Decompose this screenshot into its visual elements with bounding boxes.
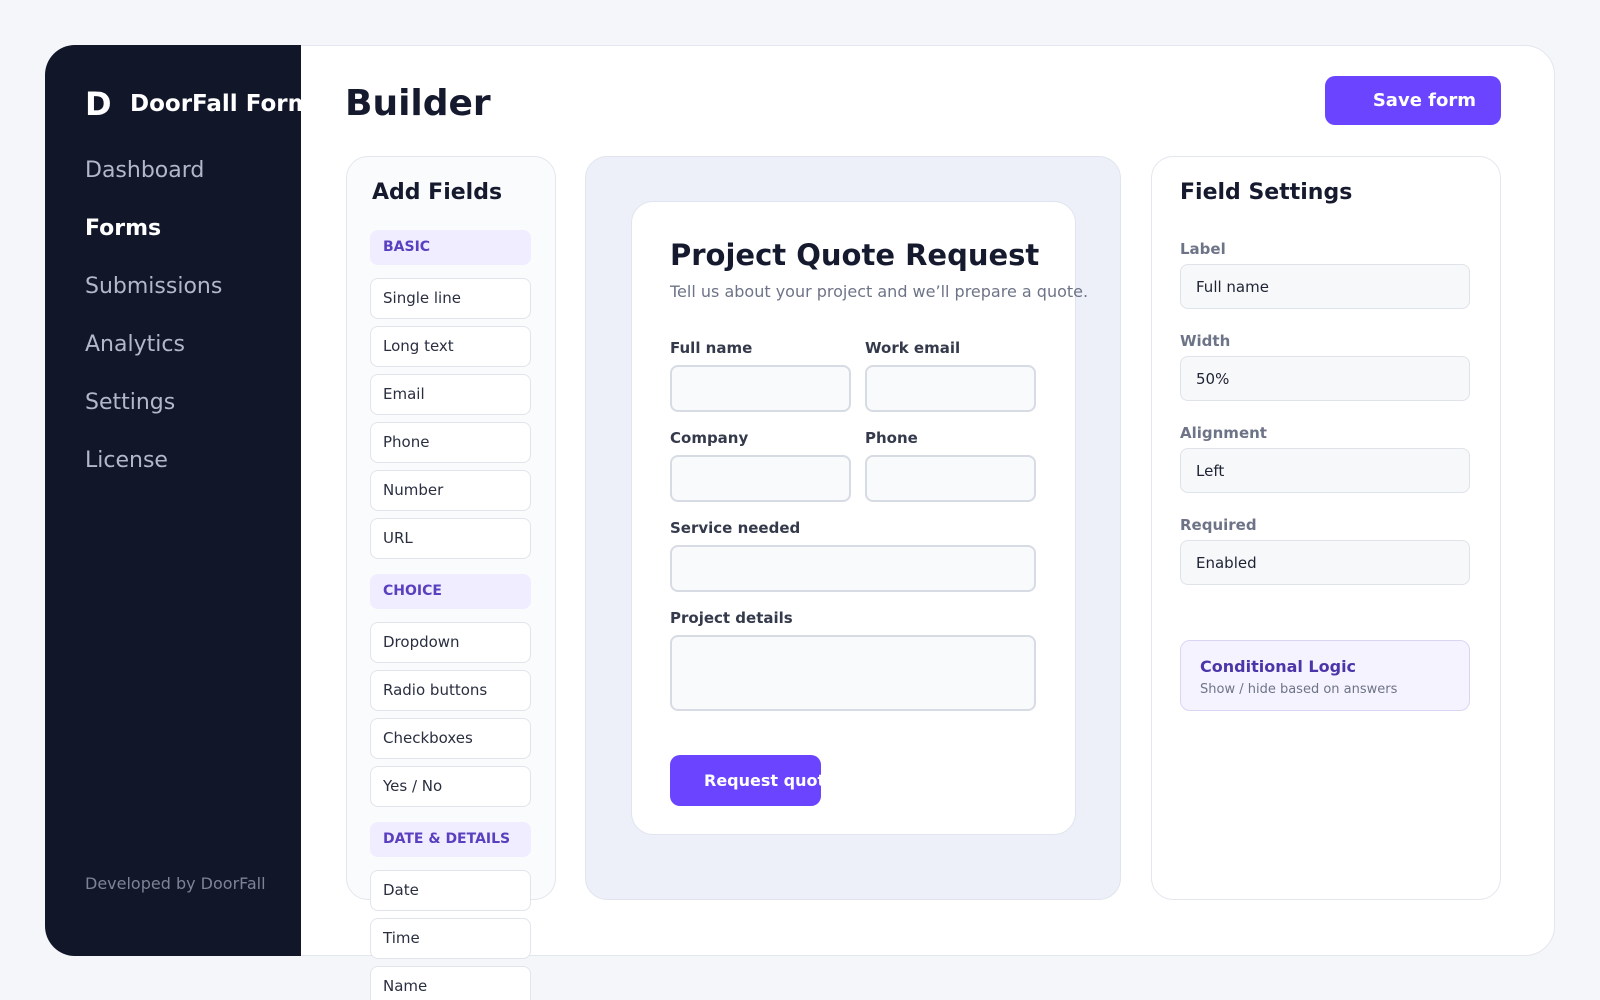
- field-option-checkboxes[interactable]: Checkboxes: [370, 718, 531, 759]
- field-option-email[interactable]: Email: [370, 374, 531, 415]
- sidebar-item-submissions[interactable]: Submissions: [85, 273, 222, 331]
- field-option-phone[interactable]: Phone: [370, 422, 531, 463]
- setting-alignment-label: Alignment: [1180, 424, 1267, 442]
- category-basic: BASIC: [370, 230, 531, 265]
- field-settings-title: Field Settings: [1180, 180, 1353, 205]
- brand-logo: D: [85, 85, 112, 123]
- save-form-button[interactable]: Save form: [1325, 76, 1501, 125]
- project-details-textarea[interactable]: [670, 635, 1036, 711]
- form-title: Project Quote Request: [670, 238, 1040, 272]
- work-email-label: Work email: [865, 339, 961, 357]
- request-quote-button[interactable]: Request quote: [670, 755, 821, 806]
- work-email-input[interactable]: [865, 365, 1036, 412]
- field-option-url[interactable]: URL: [370, 518, 531, 559]
- field-option-number[interactable]: Number: [370, 470, 531, 511]
- field-palette: BASIC Single line Long text Email Phone …: [370, 230, 531, 1000]
- sidebar-item-license[interactable]: License: [85, 447, 222, 505]
- sidebar-item-dashboard[interactable]: Dashboard: [85, 157, 222, 215]
- conditional-logic-title: Conditional Logic: [1200, 657, 1357, 676]
- sidebar-footer: Developed by DoorFall: [85, 874, 266, 893]
- full-name-label: Full name: [670, 339, 753, 357]
- conditional-logic-card[interactable]: Conditional Logic Show / hide based on a…: [1180, 640, 1470, 711]
- setting-required-input[interactable]: Enabled: [1180, 540, 1470, 585]
- form-description: Tell us about your project and we’ll pre…: [670, 282, 1089, 301]
- setting-required-label: Required: [1180, 516, 1257, 534]
- service-needed-label: Service needed: [670, 519, 801, 537]
- setting-label-input[interactable]: Full name: [1180, 264, 1470, 309]
- service-needed-input[interactable]: [670, 545, 1036, 592]
- sidebar-nav: Dashboard Forms Submissions Analytics Se…: [85, 157, 222, 505]
- brand: D DoorFall Form: [85, 85, 301, 123]
- field-option-single-line[interactable]: Single line: [370, 278, 531, 319]
- add-fields-title: Add Fields: [372, 180, 503, 205]
- page-title: Builder: [345, 83, 491, 124]
- phone-input[interactable]: [865, 455, 1036, 502]
- field-option-long-text[interactable]: Long text: [370, 326, 531, 367]
- sidebar-item-analytics[interactable]: Analytics: [85, 331, 222, 389]
- conditional-logic-subtitle: Show / hide based on answers: [1200, 682, 1398, 697]
- setting-label-label: Label: [1180, 240, 1226, 258]
- company-input[interactable]: [670, 455, 851, 502]
- setting-width-input[interactable]: 50%: [1180, 356, 1470, 401]
- sidebar: D DoorFall Form Dashboard Forms Submissi…: [45, 45, 301, 956]
- category-choice: CHOICE: [370, 574, 531, 609]
- setting-alignment-input[interactable]: Left: [1180, 448, 1470, 493]
- field-option-time[interactable]: Time: [370, 918, 531, 959]
- field-option-radio-buttons[interactable]: Radio buttons: [370, 670, 531, 711]
- sidebar-item-settings[interactable]: Settings: [85, 389, 222, 447]
- phone-label: Phone: [865, 429, 918, 447]
- full-name-input[interactable]: [670, 365, 851, 412]
- setting-width-label: Width: [1180, 332, 1231, 350]
- field-option-name[interactable]: Name: [370, 966, 531, 1000]
- sidebar-item-forms[interactable]: Forms: [85, 215, 222, 273]
- field-option-yes-no[interactable]: Yes / No: [370, 766, 531, 807]
- field-option-date[interactable]: Date: [370, 870, 531, 911]
- company-label: Company: [670, 429, 749, 447]
- category-date-details: DATE & DETAILS: [370, 822, 531, 857]
- field-option-dropdown[interactable]: Dropdown: [370, 622, 531, 663]
- project-details-label: Project details: [670, 609, 793, 627]
- brand-name: DoorFall Form: [130, 91, 301, 117]
